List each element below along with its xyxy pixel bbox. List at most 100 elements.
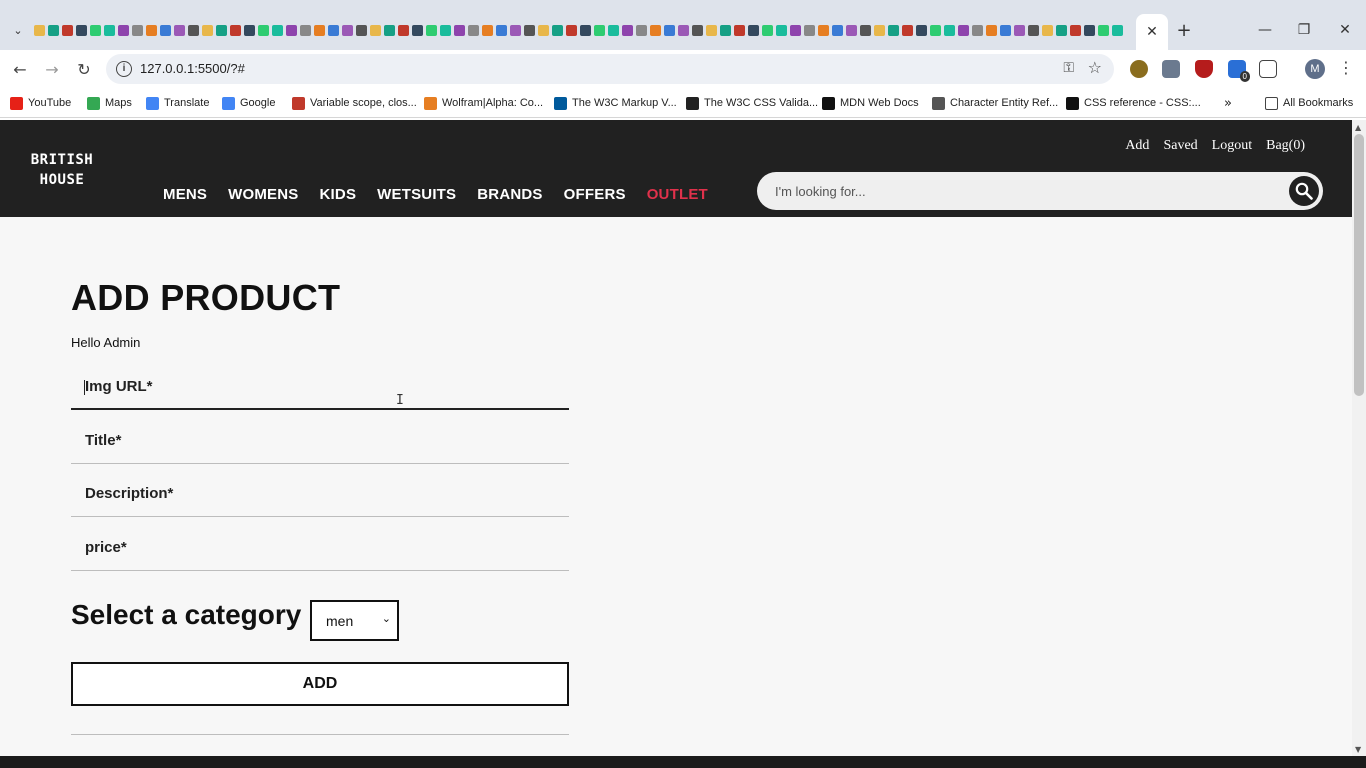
tab-favicon-icon[interactable] <box>608 24 619 36</box>
tab-favicon-icon[interactable] <box>622 24 633 36</box>
bookmark-item[interactable]: CSS reference - CSS:... <box>1066 94 1201 112</box>
tab-favicon-icon[interactable] <box>818 24 829 36</box>
tab-favicon-icon[interactable] <box>188 24 199 36</box>
tab-favicon-icon[interactable] <box>48 24 59 36</box>
minimize-icon[interactable]: — <box>1250 18 1280 42</box>
tab-favicon-icon[interactable] <box>174 24 185 36</box>
tab-favicon-icon[interactable] <box>132 24 143 36</box>
tab-favicon-icon[interactable] <box>594 24 605 36</box>
tab-favicon-icon[interactable] <box>720 24 731 36</box>
tab-favicon-icon[interactable] <box>1000 24 1011 36</box>
tab-favicon-icon[interactable] <box>1112 24 1123 36</box>
tab-favicon-icon[interactable] <box>1070 24 1081 36</box>
tab-favicon-icon[interactable] <box>538 24 549 36</box>
browser-menu-icon[interactable]: ⋮ <box>1338 58 1354 77</box>
tab-favicon-icon[interactable] <box>986 24 997 36</box>
title-input[interactable] <box>85 424 555 456</box>
tab-favicon-icon[interactable] <box>860 24 871 36</box>
bookmark-item[interactable]: Wolfram|Alpha: Co... <box>424 94 543 112</box>
tab-favicon-icon[interactable] <box>790 24 801 36</box>
nav-offers[interactable]: OFFERS <box>564 186 626 203</box>
tab-favicon-icon[interactable] <box>202 24 213 36</box>
tab-favicon-icon[interactable] <box>776 24 787 36</box>
tab-favicon-icon[interactable] <box>216 24 227 36</box>
restore-icon[interactable]: ❐ <box>1289 18 1319 42</box>
tab-favicon-icon[interactable] <box>1098 24 1109 36</box>
scroll-thumb[interactable] <box>1354 134 1364 396</box>
bookmark-star-icon[interactable]: ☆ <box>1088 58 1102 77</box>
bookmark-item[interactable]: Variable scope, clos... <box>292 94 417 112</box>
password-key-icon[interactable]: ⚿ <box>1063 60 1074 76</box>
tab-favicon-icon[interactable] <box>846 24 857 36</box>
tab-favicon-icon[interactable] <box>90 24 101 36</box>
category-select[interactable]: men ⌄ <box>310 600 399 641</box>
tab-favicon-icon[interactable] <box>454 24 465 36</box>
more-bookmarks-icon[interactable]: » <box>1224 94 1232 112</box>
new-tab-icon[interactable]: + <box>1172 18 1196 42</box>
tab-favicon-icon[interactable] <box>468 24 479 36</box>
bag-link[interactable]: Bag(0) <box>1266 138 1305 154</box>
img-url-input[interactable] <box>85 370 555 402</box>
tab-favicon-icon[interactable] <box>804 24 815 36</box>
tab-favicon-icon[interactable] <box>650 24 661 36</box>
bookmark-item[interactable]: Character Entity Ref... <box>932 94 1058 112</box>
tab-favicon-icon[interactable] <box>734 24 745 36</box>
tab-favicon-icon[interactable] <box>412 24 423 36</box>
tab-favicon-icon[interactable] <box>286 24 297 36</box>
profile-avatar[interactable]: M <box>1305 59 1325 79</box>
tab-favicon-icon[interactable] <box>328 24 339 36</box>
tab-favicon-icon[interactable] <box>930 24 941 36</box>
tab-favicon-icon[interactable] <box>384 24 395 36</box>
tab-favicon-icon[interactable] <box>1084 24 1095 36</box>
tab-favicon-icon[interactable] <box>566 24 577 36</box>
scroll-up-icon[interactable]: ▲ <box>1355 123 1361 132</box>
tab-favicon-icon[interactable] <box>762 24 773 36</box>
tab-favicon-icon[interactable] <box>300 24 311 36</box>
bookmark-item[interactable]: Google <box>222 94 275 112</box>
tab-favicon-icon[interactable] <box>314 24 325 36</box>
add-product-button[interactable]: ADD <box>71 662 569 706</box>
add-link[interactable]: Add <box>1125 138 1149 154</box>
tab-favicon-icon[interactable] <box>958 24 969 36</box>
extensions-puzzle-icon[interactable] <box>1259 60 1277 78</box>
tab-favicon-icon[interactable] <box>874 24 885 36</box>
tab-favicon-icon[interactable] <box>118 24 129 36</box>
tab-favicon-icon[interactable] <box>440 24 451 36</box>
nav-wetsuits[interactable]: WETSUITS <box>377 186 456 203</box>
all-bookmarks-button[interactable]: All Bookmarks <box>1265 94 1353 112</box>
bookmark-item[interactable]: Translate <box>146 94 209 112</box>
tab-favicon-icon[interactable] <box>1028 24 1039 36</box>
tab-favicon-icon[interactable] <box>664 24 675 36</box>
tab-favicon-icon[interactable] <box>62 24 73 36</box>
address-url[interactable]: 127.0.0.1:5500/?# <box>140 61 245 76</box>
tab-favicon-icon[interactable] <box>552 24 563 36</box>
tab-favicon-icon[interactable] <box>888 24 899 36</box>
tab-favicon-icon[interactable] <box>510 24 521 36</box>
tab-favicon-icon[interactable] <box>678 24 689 36</box>
tab-favicon-icon[interactable] <box>272 24 283 36</box>
extension-shield-icon[interactable] <box>1130 60 1148 78</box>
back-icon[interactable]: ← <box>8 57 32 81</box>
tab-favicon-icon[interactable] <box>916 24 927 36</box>
tab-favicon-icon[interactable] <box>244 24 255 36</box>
tab-favicon-icon[interactable] <box>356 24 367 36</box>
tab-favicon-icon[interactable] <box>258 24 269 36</box>
tab-favicon-icon[interactable] <box>34 24 45 36</box>
site-info-icon[interactable]: i <box>116 61 132 77</box>
tab-favicon-icon[interactable] <box>832 24 843 36</box>
search-button[interactable] <box>1289 176 1319 206</box>
tab-favicon-icon[interactable] <box>398 24 409 36</box>
site-logo[interactable]: BRITISH HOUSE <box>22 150 102 190</box>
tab-favicon-icon[interactable] <box>972 24 983 36</box>
nav-womens[interactable]: WOMENS <box>228 186 298 203</box>
forward-icon[interactable]: → <box>40 57 64 81</box>
bookmark-item[interactable]: MDN Web Docs <box>822 94 919 112</box>
tab-favicon-icon[interactable] <box>342 24 353 36</box>
tab-favicon-icon[interactable] <box>496 24 507 36</box>
tab-search-icon[interactable]: ⌄ <box>6 16 30 44</box>
tab-favicon-icon[interactable] <box>636 24 647 36</box>
tab-favicon-icon[interactable] <box>76 24 87 36</box>
extension-counter-icon[interactable]: 0 <box>1228 60 1250 82</box>
tab-favicon-icon[interactable] <box>160 24 171 36</box>
extension-tab-icon[interactable] <box>1162 60 1180 78</box>
